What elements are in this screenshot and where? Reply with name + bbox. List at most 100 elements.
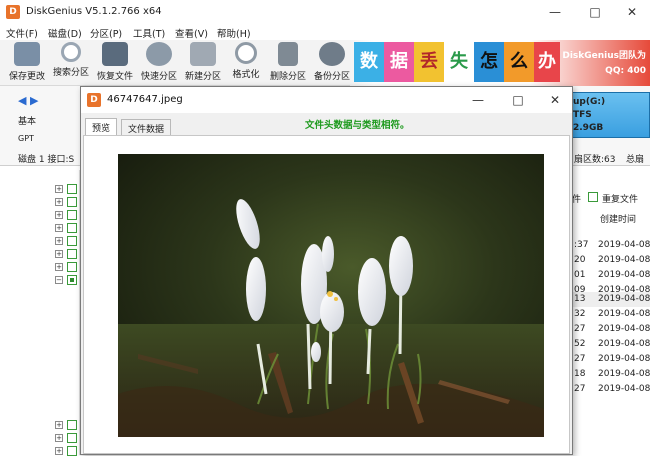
tree-node[interactable]: + xyxy=(55,223,77,233)
list-item[interactable]: 27 2019-04-08 xyxy=(572,352,650,367)
tree-node[interactable]: + xyxy=(55,433,77,443)
banner-char: 数 xyxy=(354,42,384,82)
expand-icon[interactable]: + xyxy=(55,263,63,271)
close-button[interactable]: ✕ xyxy=(617,4,647,20)
collapse-icon[interactable]: − xyxy=(55,276,63,284)
list-item-selected[interactable]: 13 2019-04-08 xyxy=(572,292,650,307)
menu-tools[interactable]: 工具(T) xyxy=(133,26,165,40)
disk-type-basic: 基本 xyxy=(18,117,37,127)
new-partition-button[interactable]: 新建分区 xyxy=(181,42,225,84)
banner-char: 丢 xyxy=(414,42,444,82)
save-button[interactable]: 保存更改 xyxy=(5,42,49,84)
tree-node[interactable]: + xyxy=(55,210,77,220)
partition-graphic[interactable]: up(G:) TFS 2.9GB xyxy=(568,92,650,138)
list-item[interactable]: 18 2019-04-08 xyxy=(572,367,650,382)
delete-partition-button[interactable]: 删除分区 xyxy=(266,42,310,84)
image-preview-area xyxy=(83,135,570,454)
list-item[interactable]: 52 2019-04-08 xyxy=(572,337,650,352)
checkbox[interactable] xyxy=(67,262,77,272)
list-item[interactable]: 27 2019-04-08 xyxy=(572,382,650,397)
checkbox[interactable] xyxy=(67,249,77,259)
expand-icon[interactable]: + xyxy=(55,434,63,442)
backup-icon xyxy=(319,42,345,66)
nav-forward-button[interactable]: ▶ xyxy=(30,94,38,107)
dialog-titlebar[interactable]: D 46747647.jpeg — □ ✕ xyxy=(81,87,572,113)
checkbox[interactable] xyxy=(67,184,77,194)
expand-icon[interactable]: + xyxy=(55,421,63,429)
menu-help[interactable]: 帮助(H) xyxy=(217,26,251,40)
partition-fs: TFS xyxy=(573,110,592,120)
banner-char: 办 xyxy=(534,42,560,82)
search-partition-label: 搜索分区 xyxy=(52,68,89,78)
tree-node[interactable]: + xyxy=(55,197,77,207)
recover-files-button[interactable]: 恢复文件 xyxy=(93,42,137,84)
backup-partition-button[interactable]: 备份分区 xyxy=(310,42,354,84)
time-cell: 52 xyxy=(574,339,586,349)
partition-size: 2.9GB xyxy=(573,123,604,133)
list-item[interactable]: :37 2019-04-08 xyxy=(572,238,650,253)
checkbox[interactable] xyxy=(67,197,77,207)
duplicate-checkbox[interactable] xyxy=(588,192,598,202)
tree-node[interactable]: + xyxy=(55,184,77,194)
recover-files-label: 恢复文件 xyxy=(96,72,133,82)
tree-node-expanded[interactable]: − xyxy=(55,275,77,285)
search-icon xyxy=(61,42,81,62)
expand-icon[interactable]: + xyxy=(55,250,63,258)
column-header-duplicate[interactable]: 重复文件 xyxy=(602,192,638,205)
list-item[interactable]: 32 2019-04-08 xyxy=(572,307,650,322)
directory-tree: + + + + + + + − + + + xyxy=(0,170,80,456)
checkbox[interactable] xyxy=(67,275,77,285)
delete-partition-label: 删除分区 xyxy=(269,72,306,82)
expand-icon[interactable]: + xyxy=(55,224,63,232)
search-partition-button[interactable]: 搜索分区 xyxy=(49,42,93,84)
date-cell: 2019-04-08 xyxy=(598,240,650,250)
menu-partition[interactable]: 分区(P) xyxy=(90,26,122,40)
list-item[interactable]: 20 2019-04-08 xyxy=(572,253,650,268)
banner[interactable]: 数 据 丢 失 怎 么 办 DiskGenius团队为 QQ: 400 xyxy=(350,40,650,86)
nav-back-button[interactable]: ◀ xyxy=(18,94,26,107)
date-cell: 2019-04-08 xyxy=(598,384,650,394)
menu-view[interactable]: 查看(V) xyxy=(175,26,208,40)
tree-node[interactable]: + xyxy=(55,420,77,430)
date-cell: 2019-04-08 xyxy=(598,255,650,265)
quick-partition-icon xyxy=(146,42,172,66)
column-header-created[interactable]: 创建时间 xyxy=(600,212,636,225)
recover-icon xyxy=(102,42,128,66)
menu-file[interactable]: 文件(F) xyxy=(6,26,38,40)
format-button[interactable]: 格式化 xyxy=(224,42,268,84)
backup-partition-label: 备份分区 xyxy=(313,72,350,82)
list-item[interactable]: 01 2019-04-08 xyxy=(572,268,650,283)
tree-node[interactable]: + xyxy=(55,249,77,259)
dialog-maximize-button[interactable]: □ xyxy=(503,91,533,109)
maximize-button[interactable]: □ xyxy=(580,4,610,20)
time-cell: 27 xyxy=(574,354,586,364)
checkbox[interactable] xyxy=(67,210,77,220)
tree-node[interactable]: + xyxy=(55,236,77,246)
quick-partition-button[interactable]: 快速分区 xyxy=(137,42,181,84)
tree-node[interactable]: + xyxy=(55,262,77,272)
format-icon xyxy=(235,42,257,64)
checkbox[interactable] xyxy=(67,433,77,443)
app-icon: D xyxy=(6,5,20,19)
minimize-button[interactable]: — xyxy=(540,4,570,20)
checkbox[interactable] xyxy=(67,420,77,430)
tab-preview[interactable]: 预览 xyxy=(85,118,118,135)
menu-disk[interactable]: 磁盘(D) xyxy=(48,26,82,40)
dialog-minimize-button[interactable]: — xyxy=(463,91,493,109)
total-sectors: 总扇 xyxy=(626,155,645,165)
date-cell: 2019-04-08 xyxy=(598,294,650,304)
expand-icon[interactable]: + xyxy=(55,237,63,245)
column-header-file[interactable]: 件 xyxy=(572,192,581,205)
tab-file-data[interactable]: 文件数据 xyxy=(121,119,172,135)
expand-icon[interactable]: + xyxy=(55,447,63,455)
dialog-close-button[interactable]: ✕ xyxy=(540,91,570,109)
expand-icon[interactable]: + xyxy=(55,211,63,219)
expand-icon[interactable]: + xyxy=(55,185,63,193)
checkbox[interactable] xyxy=(67,236,77,246)
new-partition-icon xyxy=(190,42,216,66)
time-cell: :37 xyxy=(574,240,589,250)
expand-icon[interactable]: + xyxy=(55,198,63,206)
time-cell: 13 xyxy=(574,294,586,304)
checkbox[interactable] xyxy=(67,223,77,233)
list-item[interactable]: 27 2019-04-08 xyxy=(572,322,650,337)
